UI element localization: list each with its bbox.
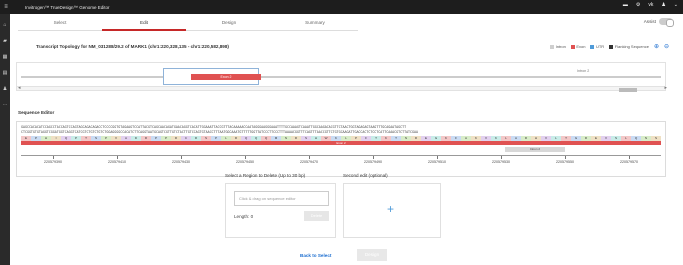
exon-track: Exon 2 [21, 141, 661, 145]
user-icon[interactable]: ♟ [661, 2, 665, 8]
exon-2-block[interactable]: Exon 2 [191, 74, 261, 80]
ruler-tick-label: 220579450 [236, 160, 254, 164]
menu-icon[interactable]: ≡ [0, 4, 12, 10]
exon-swatch [570, 44, 575, 49]
ruler-tick-label: 220579390 [44, 160, 62, 164]
document-icon[interactable]: ▤ [0, 68, 10, 78]
topology-title: Transcript Topology for NM_031288/29.2 o… [36, 44, 229, 49]
legend-label: UTR [595, 44, 605, 49]
ruler-tick-label: 220579570 [620, 160, 638, 164]
ruler-tick-label: 220579410 [108, 160, 126, 164]
ruler-tick [309, 156, 310, 159]
legend-flanking: Flanking Sequence [609, 44, 649, 49]
tab-edit[interactable]: Edit [102, 17, 186, 31]
flanking-swatch [609, 44, 614, 49]
ruler-tick-label: 220579490 [364, 160, 382, 164]
ruler-tick [437, 156, 438, 159]
ruler-tick [373, 156, 374, 159]
ruler-tick [245, 156, 246, 159]
zoom-in-icon[interactable]: ⊕ [654, 43, 659, 50]
intron-track: Intron 2 [505, 147, 565, 152]
ruler-tick [501, 156, 502, 159]
second-edit-title: Second edit (optional) [343, 173, 388, 178]
delete-region-title: Select a Region to Delete (Up to 30 bp) [225, 173, 306, 178]
delete-region-card: Click & drag on sequence editor Length: … [225, 183, 336, 238]
legend-label: Exon [576, 44, 586, 49]
scroll-thumb[interactable] [619, 87, 637, 92]
ruler-tick [117, 156, 118, 159]
assist-control: Assist [643, 18, 674, 27]
sequence-top-strand[interactable]: GAGCCACACATCCAGCCTACCAGTCCAGTAGCAGACAGAC… [21, 125, 661, 129]
top-bar: ≡ Invitrogen™ TrueDesign™ Genome Editor … [0, 0, 683, 14]
design-button[interactable]: Design [357, 249, 387, 261]
intron-line [21, 76, 661, 78]
legend-label: Flanking Sequence [614, 44, 649, 49]
ruler-tick [629, 156, 630, 159]
add-icon[interactable]: + [387, 202, 394, 216]
scroll-left-icon[interactable]: ◂ [18, 85, 21, 91]
transcript-topology: Exon 2 Intron 2 [16, 62, 666, 88]
sequence-bottom-strand[interactable]: CTCGGTGTGTAGGTCGGATGGTCAGGTCATCGTCTGTCTG… [21, 130, 661, 134]
scroll-right-icon[interactable]: ▸ [664, 85, 667, 91]
assist-toggle[interactable] [659, 18, 674, 27]
utr-swatch [590, 44, 595, 49]
delete-button[interactable]: Delete [304, 211, 329, 221]
home-icon[interactable]: ⌂ [0, 20, 10, 30]
ruler-tick [181, 156, 182, 159]
sequence-editor-title: Sequence Editor [18, 110, 55, 115]
ruler-tick [53, 156, 54, 159]
sequence-editor[interactable]: GAGCCACACATCCAGCCTACCAGTCCAGTAGCAGACAGAC… [16, 121, 666, 177]
topology-scrollbar[interactable] [16, 86, 666, 92]
ruler-tick-label: 220579530 [492, 160, 510, 164]
sidebar: ⌂ ▰ ▦ ▤ ♟ ⋯ [0, 14, 10, 265]
zoom-out-icon[interactable]: ⊖ [664, 43, 669, 50]
chat-icon[interactable]: ▬ [623, 2, 628, 8]
region-input[interactable]: Click & drag on sequence editor [234, 191, 329, 206]
ruler-tick [565, 156, 566, 159]
tab-select[interactable]: Select [18, 17, 102, 31]
second-edit-card[interactable]: + [343, 183, 441, 238]
app-title: Invitrogen™ TrueDesign™ Genome Editor [25, 4, 110, 10]
legend-label: Intron [555, 44, 566, 49]
tab-design[interactable]: Design [186, 17, 272, 31]
wizard-tabs: Select Edit Design Summary [18, 17, 668, 31]
back-to-select-button[interactable]: Back to Select [300, 253, 331, 258]
grid-icon[interactable]: ▦ [0, 52, 10, 62]
users-icon[interactable]: ♟ [0, 84, 10, 94]
intron-swatch [550, 44, 555, 49]
ruler-tick-label: 220579510 [428, 160, 446, 164]
user-initials[interactable]: vk [648, 2, 653, 8]
chevron-down-icon[interactable]: ⌄ [674, 2, 678, 8]
intron-2-label: Intron 2 [577, 69, 590, 73]
ruler-tick-label: 220579550 [556, 160, 574, 164]
more-icon[interactable]: ⋯ [0, 100, 10, 110]
assist-label: Assist [643, 19, 656, 24]
legend-utr: UTR [590, 44, 604, 49]
folder-icon[interactable]: ▰ [0, 36, 10, 46]
length-label: Length: 0 [234, 214, 254, 219]
legend-intron: Intron [550, 44, 566, 49]
settings-icon[interactable]: ⚙ [636, 2, 640, 8]
ruler-tick-label: 220579470 [300, 160, 318, 164]
tab-summary[interactable]: Summary [272, 17, 358, 31]
legend-exon: Exon [570, 44, 586, 49]
coordinate-ruler: 220579390 220579410 220579430 220579450 2205… [21, 155, 661, 165]
ruler-tick-label: 220579430 [172, 160, 190, 164]
legend: Intron Exon UTR Flanking Sequence ⊕ ⊖ [550, 43, 669, 50]
